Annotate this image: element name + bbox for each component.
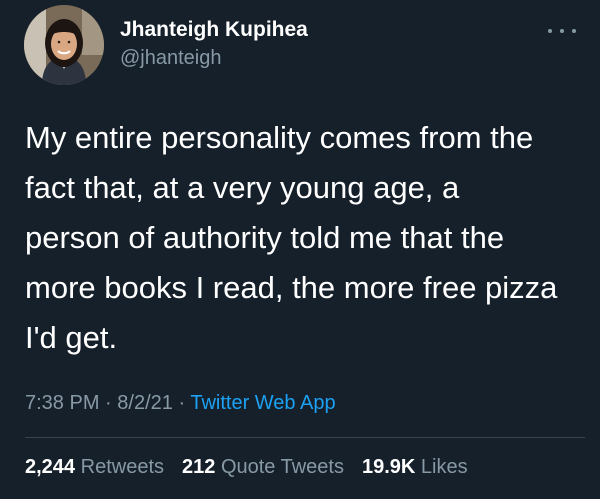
- tweet-text-line: I'd get.: [25, 320, 118, 355]
- display-name[interactable]: Jhanteigh Kupihea: [120, 18, 308, 42]
- user-handle[interactable]: @jhanteigh: [120, 47, 221, 70]
- avatar[interactable]: [24, 5, 104, 85]
- quote-tweets-count: 212: [182, 456, 216, 478]
- likes-count: 19.9K: [361, 456, 416, 478]
- retweets-label: Retweets: [80, 456, 164, 478]
- more-dot-icon: [548, 29, 552, 33]
- more-horizontal-icon[interactable]: [548, 26, 576, 36]
- likes-label: Likes: [420, 456, 468, 478]
- meta-separator: ·: [178, 392, 186, 414]
- meta-separator: ·: [105, 392, 112, 414]
- tweet-metadata: 7:38 PM · 8/2/21 · Twitter Web App: [25, 392, 336, 415]
- quote-tweets-label: Quote Tweets: [220, 456, 344, 478]
- retweets-stat[interactable]: 2,244 Retweets: [25, 456, 164, 479]
- tweet-card: Jhanteigh Kupihea @jhanteigh My entire p…: [0, 0, 600, 499]
- tweet-text-line: more books I read, the more free pizza: [25, 270, 558, 305]
- tweet-time[interactable]: 7:38 PM: [25, 392, 99, 414]
- more-dot-icon: [560, 29, 564, 33]
- quote-tweets-stat[interactable]: 212 Quote Tweets: [182, 456, 344, 479]
- tweet-text-line: person of authority told me that the: [25, 220, 505, 255]
- tweet-date[interactable]: 8/2/21: [117, 392, 173, 414]
- tweet-text-line: My entire personality comes from the: [25, 120, 534, 155]
- tweet-source-link[interactable]: Twitter Web App: [190, 392, 335, 414]
- more-dot-icon: [572, 29, 576, 33]
- retweets-count: 2,244: [25, 456, 76, 478]
- tweet-text: My entire personality comes from the fac…: [25, 113, 585, 363]
- divider: [25, 437, 585, 438]
- likes-stat[interactable]: 19.9K Likes: [362, 456, 468, 479]
- tweet-text-line: fact that, at a very young age, a: [25, 170, 460, 205]
- tweet-stats: 2,244 Retweets 212 Quote Tweets 19.9K Li…: [25, 456, 468, 479]
